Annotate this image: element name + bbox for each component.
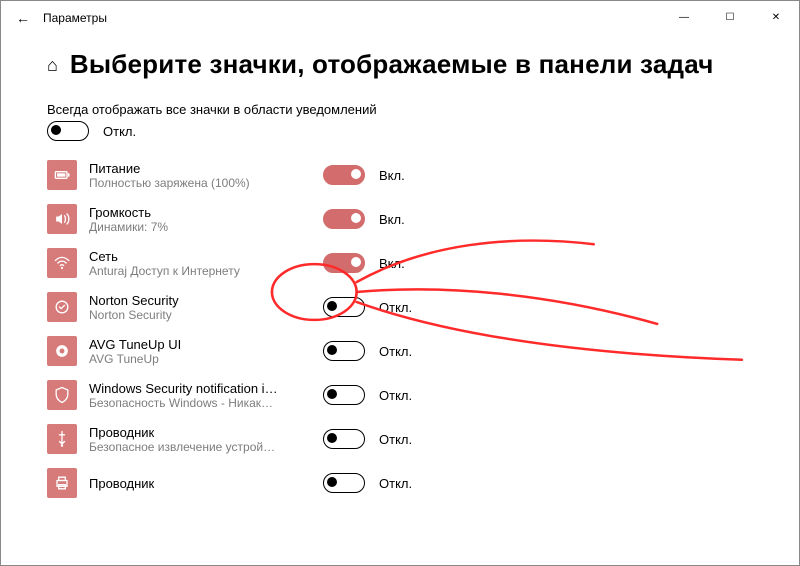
master-toggle-row: Откл.	[47, 121, 753, 141]
item-toggle-label: Откл.	[379, 388, 412, 403]
item-toggle-label: Откл.	[379, 344, 412, 359]
item-subtitle: Безопасность Windows - Никаких...	[89, 396, 279, 410]
minimize-button[interactable]: —	[661, 1, 707, 33]
usb-icon	[47, 424, 77, 454]
close-button[interactable]: ✕	[753, 1, 799, 33]
item-toggle-wrap: Откл.	[323, 385, 412, 405]
list-item: Windows Security notification iconБезопа…	[47, 373, 753, 417]
item-toggle-label: Вкл.	[379, 212, 405, 227]
list-item: СетьAnturaj Доступ к Интернету Вкл.	[47, 241, 753, 285]
back-button[interactable]: ←	[9, 4, 37, 32]
titlebar: ← Параметры — ☐ ✕	[1, 1, 799, 35]
item-toggle-wrap: Вкл.	[323, 209, 405, 229]
item-labels: ПроводникБезопасное извлечение устройств…	[89, 425, 279, 454]
item-subtitle: Динамики: 7%	[89, 220, 279, 234]
list-item: ГромкостьДинамики: 7% Вкл.	[47, 197, 753, 241]
item-subtitle: Полностью заряжена (100%)	[89, 176, 279, 190]
norton-icon	[47, 292, 77, 322]
home-icon[interactable]: ⌂	[47, 56, 58, 74]
list-item: AVG TuneUp UIAVG TuneUp Откл.	[47, 329, 753, 373]
item-subtitle: AVG TuneUp	[89, 352, 279, 366]
print-icon	[47, 468, 77, 498]
item-labels: СетьAnturaj Доступ к Интернету	[89, 249, 279, 278]
item-title: Громкость	[89, 205, 279, 220]
item-labels: AVG TuneUp UIAVG TuneUp	[89, 337, 279, 366]
item-toggle-label: Вкл.	[379, 168, 405, 183]
item-labels: Windows Security notification iconБезопа…	[89, 381, 279, 410]
item-title: Windows Security notification icon	[89, 381, 279, 396]
list-item: ПитаниеПолностью заряжена (100%) Вкл.	[47, 153, 753, 197]
item-title: Проводник	[89, 425, 279, 440]
item-toggle[interactable]	[323, 341, 365, 361]
list-item: Norton SecurityNorton Security Откл.	[47, 285, 753, 329]
item-labels: ГромкостьДинамики: 7%	[89, 205, 279, 234]
item-subtitle: Norton Security	[89, 308, 279, 322]
item-labels: ПитаниеПолностью заряжена (100%)	[89, 161, 279, 190]
item-toggle-label: Откл.	[379, 476, 412, 491]
volume-icon	[47, 204, 77, 234]
item-toggle[interactable]	[323, 165, 365, 185]
maximize-button[interactable]: ☐	[707, 1, 753, 33]
list-item: Проводник Откл.	[47, 461, 753, 505]
item-title: Norton Security	[89, 293, 279, 308]
item-toggle-label: Откл.	[379, 432, 412, 447]
page-heading-row: ⌂ Выберите значки, отображаемые в панели…	[47, 49, 753, 80]
battery-icon	[47, 160, 77, 190]
items-list: ПитаниеПолностью заряжена (100%)Вкл.Гром…	[47, 153, 753, 505]
master-toggle-label: Откл.	[103, 124, 136, 139]
item-toggle[interactable]	[323, 297, 365, 317]
item-toggle-label: Откл.	[379, 300, 412, 315]
item-title: Проводник	[89, 476, 279, 491]
item-subtitle: Anturaj Доступ к Интернету	[89, 264, 279, 278]
item-toggle-label: Вкл.	[379, 256, 405, 271]
shield-icon	[47, 380, 77, 410]
item-toggle-wrap: Откл.	[323, 429, 412, 449]
item-toggle-wrap: Откл.	[323, 473, 412, 493]
item-labels: Norton SecurityNorton Security	[89, 293, 279, 322]
window-title: Параметры	[43, 11, 107, 25]
item-toggle[interactable]	[323, 473, 365, 493]
always-show-link[interactable]: Всегда отображать все значки в области у…	[47, 102, 753, 117]
wifi-icon	[47, 248, 77, 278]
item-toggle-wrap: Вкл.	[323, 253, 405, 273]
item-toggle-wrap: Откл.	[323, 341, 412, 361]
item-toggle[interactable]	[323, 429, 365, 449]
list-item: ПроводникБезопасное извлечение устройств…	[47, 417, 753, 461]
item-title: Питание	[89, 161, 279, 176]
item-toggle[interactable]	[323, 209, 365, 229]
item-toggle[interactable]	[323, 253, 365, 273]
item-toggle[interactable]	[323, 385, 365, 405]
master-toggle[interactable]	[47, 121, 89, 141]
avg-icon	[47, 336, 77, 366]
item-toggle-wrap: Вкл.	[323, 165, 405, 185]
item-subtitle: Безопасное извлечение устройств...	[89, 440, 279, 454]
item-toggle-wrap: Откл.	[323, 297, 412, 317]
window-controls: — ☐ ✕	[661, 1, 799, 33]
item-title: AVG TuneUp UI	[89, 337, 279, 352]
item-labels: Проводник	[89, 476, 279, 491]
item-title: Сеть	[89, 249, 279, 264]
content-area: ⌂ Выберите значки, отображаемые в панели…	[1, 35, 799, 565]
page-title: Выберите значки, отображаемые в панели з…	[70, 49, 714, 80]
back-arrow-icon: ←	[16, 10, 30, 26]
